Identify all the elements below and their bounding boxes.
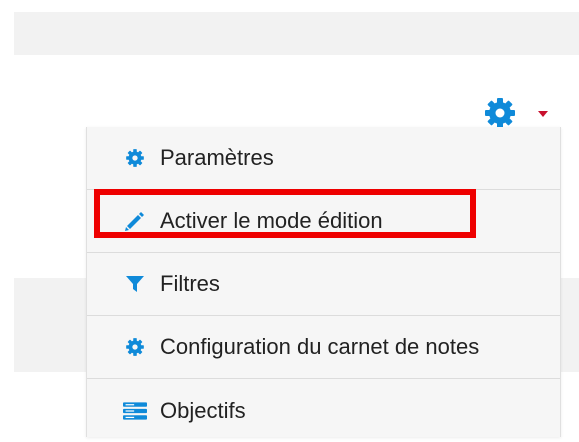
menu-item-label: Activer le mode édition	[160, 208, 383, 233]
menu-item-label: Filtres	[160, 271, 220, 296]
menu-item-label: Configuration du carnet de notes	[160, 334, 480, 359]
gear-icon	[485, 98, 515, 128]
gear-icon	[123, 335, 147, 359]
top-bar	[14, 12, 579, 55]
menu-item-filtres[interactable]: Filtres	[87, 253, 560, 316]
chevron-down-icon	[538, 111, 548, 117]
filter-icon	[123, 272, 147, 296]
settings-dropdown-menu: Paramètres Activer le mode édition Filtr…	[86, 127, 561, 437]
menu-item-label: Objectifs	[160, 397, 246, 423]
server-icon	[123, 399, 147, 423]
settings-menu-toggle[interactable]	[480, 96, 555, 130]
menu-item-parametres[interactable]: Paramètres	[87, 127, 560, 190]
pencil-icon	[123, 209, 147, 233]
menu-item-objectifs[interactable]: Objectifs	[87, 379, 560, 442]
menu-item-configuration-carnet-notes[interactable]: Configuration du carnet de notes	[87, 316, 560, 379]
menu-item-label: Paramètres	[160, 145, 274, 170]
gear-icon	[123, 146, 147, 170]
menu-item-activer-mode-edition[interactable]: Activer le mode édition	[87, 190, 560, 253]
